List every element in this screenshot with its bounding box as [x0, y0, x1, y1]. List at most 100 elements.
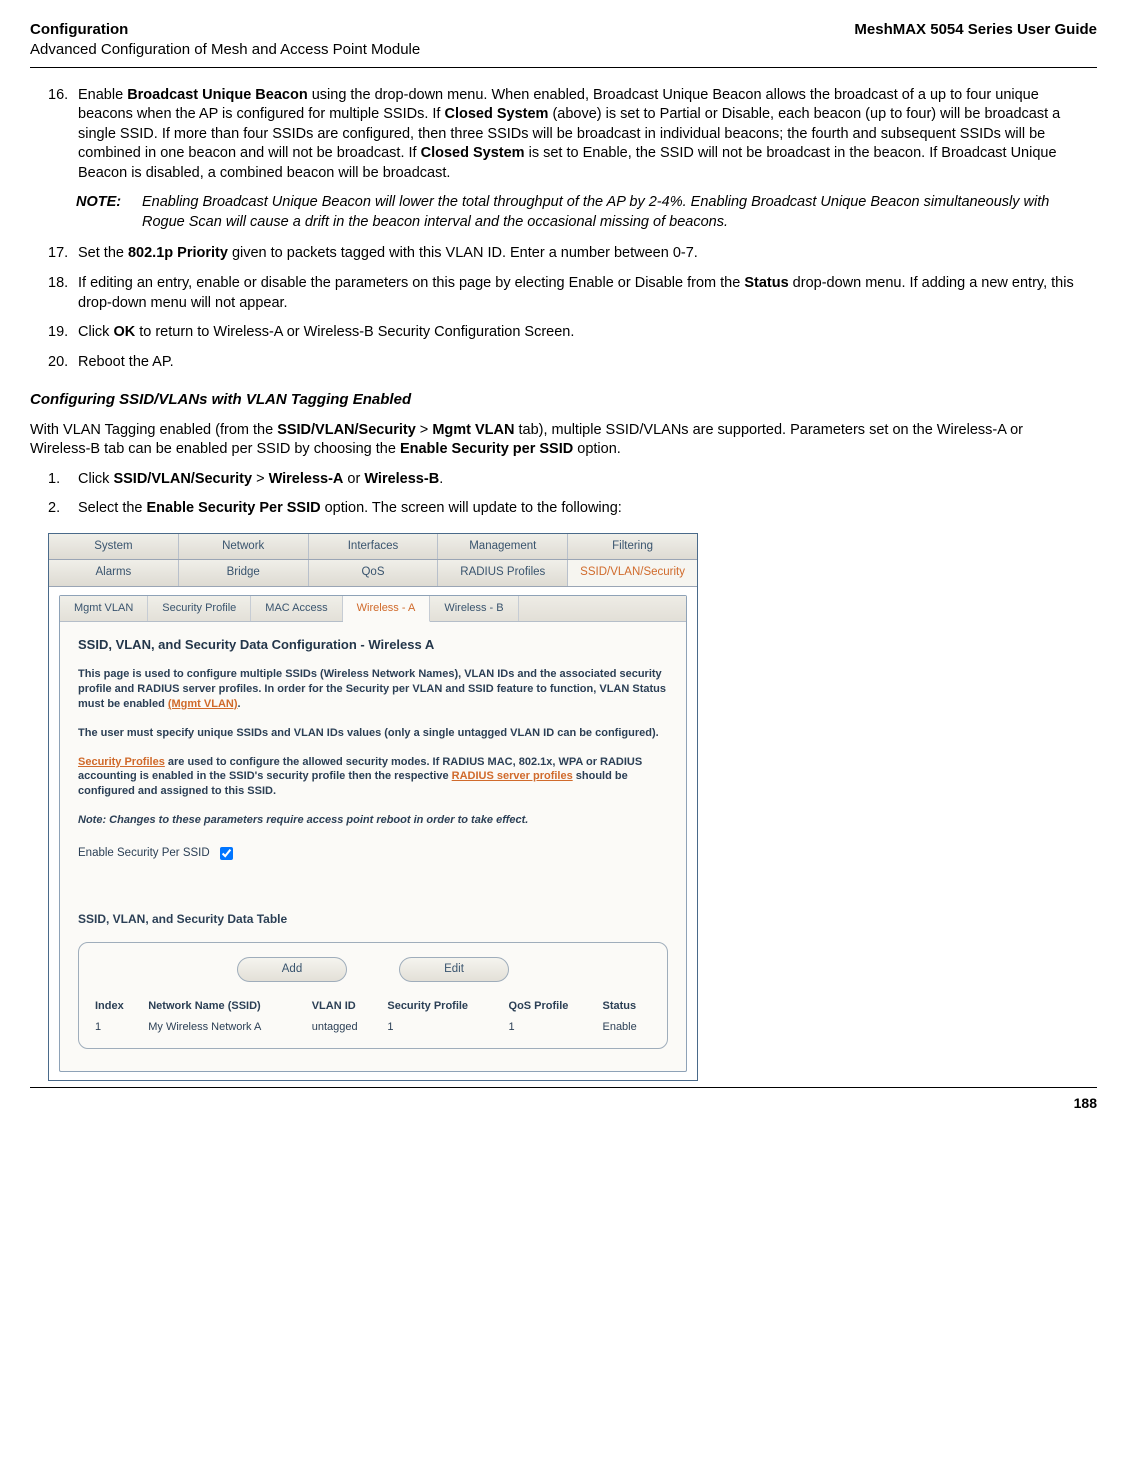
col-security: Security Profile	[381, 996, 502, 1017]
tab-qos[interactable]: QoS	[309, 560, 439, 586]
step-text: Click SSID/VLAN/Security > Wireless-A or…	[78, 470, 1097, 490]
page-content: 16. Enable Broadcast Unique Beacon using…	[30, 86, 1097, 1081]
step-18: 18. If editing an entry, enable or disab…	[30, 274, 1097, 313]
enable-security-row: Enable Security Per SSID	[78, 846, 668, 862]
col-qos: QoS Profile	[503, 996, 597, 1017]
enable-security-checkbox[interactable]	[220, 847, 233, 860]
panel-para-1: This page is used to configure multiple …	[78, 667, 668, 712]
enable-security-label: Enable Security Per SSID	[78, 846, 210, 862]
config-screenshot: System Network Interfaces Management Fil…	[48, 533, 698, 1081]
t: Click	[78, 471, 113, 487]
step-19: 19. Click OK to return to Wireless-A or …	[30, 323, 1097, 343]
t: Select the	[78, 500, 147, 516]
t: >	[252, 471, 269, 487]
t: This page is used to configure multiple …	[78, 668, 666, 710]
section-step-1: 1. Click SSID/VLAN/Security > Wireless-A…	[30, 470, 1097, 490]
t: Click	[78, 324, 113, 340]
t: .	[238, 698, 241, 710]
step-num: 16.	[48, 86, 78, 106]
inner-content: SSID, VLAN, and Security Data Configurat…	[60, 622, 686, 1071]
step-text: If editing an entry, enable or disable t…	[78, 274, 1097, 313]
t: given to packets tagged with this VLAN I…	[228, 245, 698, 261]
tab-network[interactable]: Network	[179, 534, 309, 560]
bold: SSID/VLAN/Security	[277, 422, 416, 438]
cell-security: 1	[381, 1017, 502, 1038]
col-index: Index	[89, 996, 142, 1017]
bold: Enable Security Per SSID	[147, 500, 321, 516]
data-table-frame: Add Edit Index Network Name (SSID) VLAN …	[78, 942, 668, 1049]
bold: OK	[113, 324, 135, 340]
step-num: 17.	[48, 244, 78, 264]
step-num: 2.	[48, 499, 78, 519]
add-button[interactable]: Add	[237, 957, 347, 983]
link-radius-server-profiles[interactable]: RADIUS server profiles	[452, 770, 573, 782]
t: Set the	[78, 245, 128, 261]
tab-filtering[interactable]: Filtering	[568, 534, 697, 560]
outer-tabs-row1: System Network Interfaces Management Fil…	[49, 534, 697, 561]
tab-interfaces[interactable]: Interfaces	[309, 534, 439, 560]
panel-para-3: Security Profiles are used to configure …	[78, 755, 668, 800]
bold: Enable Security per SSID	[400, 441, 573, 457]
t: or	[343, 471, 364, 487]
cell-qos: 1	[503, 1017, 597, 1038]
note-block: NOTE: Enabling Broadcast Unique Beacon w…	[76, 193, 1097, 232]
header-rule	[30, 67, 1097, 68]
table-buttons: Add Edit	[89, 957, 657, 983]
tab-wireless-a[interactable]: Wireless - A	[343, 596, 431, 622]
table-row[interactable]: 1 My Wireless Network A untagged 1 1 Ena…	[89, 1017, 657, 1038]
link-mgmt-vlan[interactable]: (Mgmt VLAN)	[168, 698, 238, 710]
table-header-row: Index Network Name (SSID) VLAN ID Securi…	[89, 996, 657, 1017]
section-para: With VLAN Tagging enabled (from the SSID…	[30, 421, 1097, 460]
bold: Wireless-B	[364, 471, 439, 487]
bold: SSID/VLAN/Security	[113, 471, 252, 487]
step-num: 20.	[48, 353, 78, 373]
header-left: Configuration Advanced Configuration of …	[30, 20, 420, 61]
header-subtitle: Advanced Configuration of Mesh and Acces…	[30, 40, 420, 60]
tab-system[interactable]: System	[49, 534, 179, 560]
link-security-profiles[interactable]: Security Profiles	[78, 756, 165, 768]
panel-para-2: The user must specify unique SSIDs and V…	[78, 726, 668, 741]
t: >	[416, 422, 433, 438]
step-text: Select the Enable Security Per SSID opti…	[78, 499, 1097, 519]
col-ssid: Network Name (SSID)	[142, 996, 305, 1017]
page-number: 188	[30, 1094, 1097, 1113]
step-text: Enable Broadcast Unique Beacon using the…	[78, 86, 1097, 184]
ssid-data-table: Index Network Name (SSID) VLAN ID Securi…	[89, 996, 657, 1038]
bold: Wireless-A	[269, 471, 344, 487]
tab-mgmt-vlan[interactable]: Mgmt VLAN	[60, 596, 148, 621]
t: .	[439, 471, 443, 487]
bold: Status	[744, 275, 788, 291]
tab-mac-access[interactable]: MAC Access	[251, 596, 342, 621]
tab-radius-profiles[interactable]: RADIUS Profiles	[438, 560, 568, 586]
bold: 802.1p Priority	[128, 245, 228, 261]
col-status: Status	[596, 996, 657, 1017]
t: With VLAN Tagging enabled (from the	[30, 422, 277, 438]
header-title: Configuration	[30, 20, 420, 40]
tab-management[interactable]: Management	[438, 534, 568, 560]
note-text: Enabling Broadcast Unique Beacon will lo…	[136, 193, 1087, 232]
t: Enable	[78, 87, 127, 103]
tab-alarms[interactable]: Alarms	[49, 560, 179, 586]
cell-index: 1	[89, 1017, 142, 1038]
col-vlan: VLAN ID	[306, 996, 382, 1017]
step-num: 18.	[48, 274, 78, 294]
step-20: 20. Reboot the AP.	[30, 353, 1097, 373]
step-text: Reboot the AP.	[78, 353, 1097, 373]
tab-wireless-b[interactable]: Wireless - B	[430, 596, 518, 621]
header-right: MeshMAX 5054 Series User Guide	[854, 20, 1097, 40]
tab-ssid-vlan-security[interactable]: SSID/VLAN/Security	[568, 560, 697, 586]
tab-security-profile[interactable]: Security Profile	[148, 596, 251, 621]
step-16: 16. Enable Broadcast Unique Beacon using…	[30, 86, 1097, 184]
section-step-2: 2. Select the Enable Security Per SSID o…	[30, 499, 1097, 519]
t: option. The screen will update to the fo…	[321, 500, 622, 516]
bold: Mgmt VLAN	[432, 422, 514, 438]
t: option.	[573, 441, 621, 457]
edit-button[interactable]: Edit	[399, 957, 509, 983]
step-17: 17. Set the 802.1p Priority given to pac…	[30, 244, 1097, 264]
cell-status: Enable	[596, 1017, 657, 1038]
step-num: 19.	[48, 323, 78, 343]
panel-title: SSID, VLAN, and Security Data Configurat…	[78, 636, 668, 654]
panel-note: Note: Changes to these parameters requir…	[78, 813, 668, 828]
tab-bridge[interactable]: Bridge	[179, 560, 309, 586]
inner-panel: Mgmt VLAN Security Profile MAC Access Wi…	[59, 595, 687, 1072]
